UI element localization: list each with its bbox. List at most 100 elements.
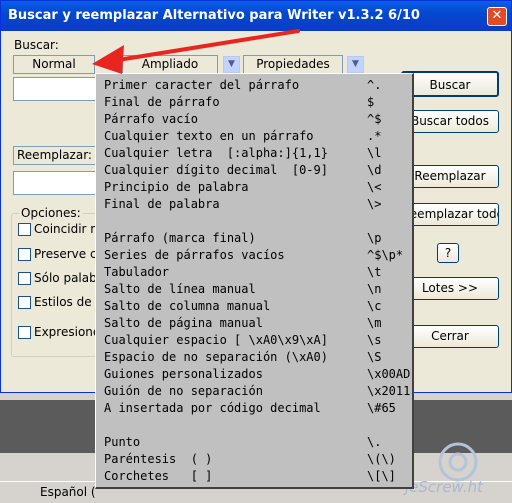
- menu-item[interactable]: Guión de no separación \x2011: [96, 383, 412, 400]
- menu-item[interactable]: Punto \.: [96, 434, 412, 451]
- option-label: Expresione: [34, 325, 101, 339]
- reemplazar-button[interactable]: Reemplazar: [401, 165, 499, 188]
- menu-item-code: \n: [367, 282, 382, 296]
- menu-item-label: Cualquier espacio [ \xA0\x9\xA]: [104, 333, 328, 347]
- options-title: Opciones:: [19, 206, 83, 220]
- menu-item-label: Primer caracter del párrafo: [104, 78, 300, 92]
- menu-item-label: Salto de columna manual: [104, 299, 271, 313]
- regex-dropdown-menu: Primer caracter del párrafo ^. Final de p…: [95, 73, 414, 489]
- menu-item[interactable]: Corchetes [ ] \[\]: [96, 468, 412, 485]
- lotes-button[interactable]: Lotes >>: [401, 277, 499, 300]
- menu-item-code: \#65: [367, 401, 396, 415]
- chevron-down-icon[interactable]: ▼: [347, 56, 364, 73]
- option-label: Estilos de p: [34, 295, 104, 309]
- watermark-logo-icon: [438, 442, 478, 482]
- option-label: Sólo palab: [34, 271, 97, 285]
- menu-item-label: Párrafo vacío: [104, 112, 198, 126]
- menu-item[interactable]: Salto de línea manual \n: [96, 281, 412, 298]
- menu-item[interactable]: Cualquier texto en un párrafo .*: [96, 128, 412, 145]
- menu-item[interactable]: Cualquier dígito decimal [0-9] \d: [96, 162, 412, 179]
- option-checkbox[interactable]: [18, 272, 31, 285]
- cerrar-button[interactable]: Cerrar: [401, 325, 499, 348]
- menu-item-code: ^.: [367, 78, 382, 92]
- menu-item[interactable]: A insertada por código decimal \#65: [96, 400, 412, 417]
- option-label: Coincidir m: [34, 222, 102, 236]
- option-label: Preserve c: [34, 247, 97, 261]
- window-title: Buscar y reemplazar Alternativo para Wri…: [8, 8, 420, 23]
- mode-ampliado-combo[interactable]: Ampliado: [122, 55, 218, 74]
- option-checkbox[interactable]: [18, 248, 31, 261]
- menu-item[interactable]: Cualquier letra [:alpha:]{1,1} \l: [96, 145, 412, 162]
- menu-item-code: \.: [367, 435, 382, 449]
- menu-item-label: Series de párrafos vacíos: [104, 248, 285, 262]
- buscar-todos-button[interactable]: Buscar todos: [401, 110, 499, 133]
- menu-item-label: Salto de línea manual: [104, 282, 256, 296]
- menu-item-code: \[\]: [367, 469, 396, 483]
- menu-item[interactable]: Principio de palabra \<: [96, 179, 412, 196]
- menu-item-label: Salto de página manual: [104, 316, 263, 330]
- menu-item[interactable]: Final de palabra \>: [96, 196, 412, 213]
- menu-item-code: \(\): [367, 452, 396, 466]
- menu-item-code: ^$: [367, 112, 382, 126]
- menu-item-code: \t: [367, 265, 382, 279]
- menu-item-label: Final de párrafo: [104, 95, 220, 109]
- help-button[interactable]: ?: [437, 243, 459, 263]
- menu-item-label: Guión de no separación: [104, 384, 263, 398]
- menu-item-code: \d: [367, 163, 382, 177]
- menu-item-label: Cualquier letra [:alpha:]{1,1}: [104, 146, 328, 160]
- menu-item[interactable]: Párrafo (marca final) \p: [96, 230, 412, 247]
- menu-item[interactable]: Salto de columna manual \c: [96, 298, 412, 315]
- menu-item-label: Punto: [104, 435, 141, 449]
- reemplazar-todo-button[interactable]: Reemplazar todo: [401, 203, 499, 226]
- menu-item-code: $: [367, 95, 375, 109]
- chevron-down-icon[interactable]: ▼: [223, 56, 240, 73]
- menu-item[interactable]: Espacio de no separación (\xA0) \S: [96, 349, 412, 366]
- title-bar[interactable]: Buscar y reemplazar Alternativo para Wri…: [1, 1, 511, 31]
- option-checkbox[interactable]: [18, 223, 31, 236]
- menu-item[interactable]: Guiones personalizados \x00AD: [96, 366, 412, 383]
- replace-input[interactable]: [13, 171, 97, 195]
- menu-item-label: Principio de palabra: [104, 180, 249, 194]
- search-label: Buscar:: [14, 38, 59, 52]
- menu-separator: [96, 417, 412, 434]
- mode-propiedades-combo[interactable]: Propiedades: [243, 55, 343, 74]
- menu-item-label: Final de palabra: [104, 197, 220, 211]
- menu-item[interactable]: Final de párrafo $: [96, 94, 412, 111]
- menu-item-code: \S: [367, 350, 382, 364]
- menu-item-code: \l: [367, 146, 382, 160]
- menu-item[interactable]: Primer caracter del párrafo ^.: [96, 77, 412, 94]
- menu-item-label: A insertada por código decimal: [104, 401, 321, 415]
- option-checkbox[interactable]: [18, 296, 31, 309]
- menu-item-code: \p: [367, 231, 382, 245]
- menu-item-code: \x2011: [367, 384, 411, 398]
- language-indicator[interactable]: Español (: [40, 485, 96, 499]
- menu-item-label: Cualquier dígito decimal [0-9]: [104, 163, 328, 177]
- menu-item-label: Paréntesis ( ): [104, 452, 213, 466]
- menu-item-label: Párrafo (marca final): [104, 231, 256, 245]
- menu-item[interactable]: Cualquier espacio [ \xA0\x9\xA] \s: [96, 332, 412, 349]
- menu-item[interactable]: Series de párrafos vacíos ^$\p*: [96, 247, 412, 264]
- menu-item[interactable]: Tabulador \t: [96, 264, 412, 281]
- menu-item-code: \c: [367, 299, 382, 313]
- search-input[interactable]: [13, 77, 97, 101]
- menu-item-code: \>: [367, 197, 382, 211]
- menu-item-code: \<: [367, 180, 382, 194]
- menu-separator: [96, 213, 412, 230]
- mode-normal-button[interactable]: Normal: [13, 55, 95, 74]
- menu-item-label: Cualquier texto en un párrafo: [104, 129, 314, 143]
- menu-item-code: \m: [367, 316, 382, 330]
- menu-item-code: .*: [367, 129, 382, 143]
- menu-item-code: ^$\p*: [367, 248, 404, 262]
- menu-item[interactable]: Salto de página manual \m: [96, 315, 412, 332]
- close-button[interactable]: ✕: [487, 7, 507, 26]
- menu-item-label: Espacio de no separación (\xA0): [104, 350, 328, 364]
- menu-item-label: Corchetes [ ]: [104, 469, 213, 483]
- menu-item[interactable]: Paréntesis ( ) \(\): [96, 451, 412, 468]
- menu-item-label: Guiones personalizados: [104, 367, 263, 381]
- menu-item-code: \s: [367, 333, 382, 347]
- buscar-button[interactable]: Buscar: [401, 71, 499, 97]
- menu-item[interactable]: Párrafo vacío ^$: [96, 111, 412, 128]
- option-checkbox[interactable]: [18, 326, 31, 339]
- replace-label: Reemplazar:: [13, 146, 97, 165]
- menu-item-code: \x00AD: [367, 367, 411, 381]
